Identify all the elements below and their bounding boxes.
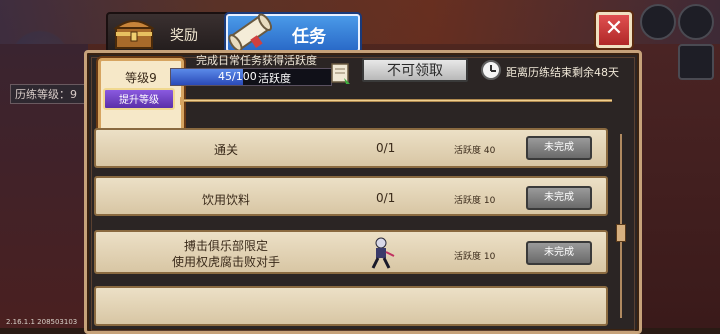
task-status-button[interactable]: 未完成 <box>526 186 592 210</box>
decorative-divider <box>180 97 612 105</box>
task-activity: 活跃度 40 <box>454 146 496 156</box>
task-row: 搏击俱乐部限定 使用权虎腐击败对手 活跃度 10 未完成 <box>94 230 608 274</box>
level-label: 等级9 <box>125 71 157 85</box>
task-name: 通关 <box>213 143 238 157</box>
task-row: 饮用饮料 0/1 活跃度 10 未完成 <box>94 176 608 216</box>
training-level-label: 历练等级：9 <box>10 84 92 104</box>
clock-icon <box>481 60 501 80</box>
right-background-column <box>630 44 720 328</box>
tab-reward-label: 奖励 <box>170 28 198 44</box>
activity-unit-label: 活跃度 <box>258 72 291 85</box>
close-icon: ✕ <box>604 16 624 41</box>
activity-progress-text: 45/100 <box>218 70 257 83</box>
task-row: 通关 0/1 活跃度 40 未完成 <box>94 128 608 168</box>
activity-scroll-icon <box>331 63 350 84</box>
tab-task[interactable]: 任务 <box>226 13 360 52</box>
task-activity: 活跃度 10 <box>454 252 496 262</box>
task-status-button[interactable]: 未完成 <box>526 136 592 160</box>
task-name: 饮用饮料 <box>201 193 250 207</box>
character-sprite-icon <box>371 237 395 269</box>
task-progress: 0/1 <box>376 191 396 205</box>
version-label: 2.16.1.1 208503103 <box>6 318 78 326</box>
task-name: 搏击俱乐部限定 使用权虎腐击败对手 <box>171 239 280 269</box>
tab-task-label: 任务 <box>292 27 326 47</box>
close-button[interactable]: ✕ <box>596 12 632 48</box>
task-progress: 0/1 <box>376 141 396 155</box>
scroll-icon <box>228 13 273 52</box>
gear-icon[interactable] <box>678 4 714 40</box>
countdown-text: 距离历练结束剩余48天 <box>506 66 619 79</box>
upgrade-level-button[interactable]: 提升等级 <box>103 88 175 110</box>
task-row-partial <box>94 286 608 326</box>
treasure-chest-icon <box>113 20 155 49</box>
task-activity: 活跃度 10 <box>454 196 496 206</box>
task-list-scrollbar[interactable] <box>616 128 626 324</box>
scrollbar-thumb[interactable] <box>616 224 626 242</box>
task-status-button[interactable]: 未完成 <box>526 241 592 265</box>
profile-icon[interactable] <box>640 4 676 40</box>
info-icon[interactable] <box>678 44 714 80</box>
daily-activity-title: 完成日常任务获得活跃度 <box>196 54 317 67</box>
task-list[interactable]: 通关 0/1 活跃度 40 未完成 饮用饮料 0/1 活跃度 10 未完成 搏击… <box>92 126 612 328</box>
claim-button[interactable]: 不可领取 <box>362 58 468 82</box>
